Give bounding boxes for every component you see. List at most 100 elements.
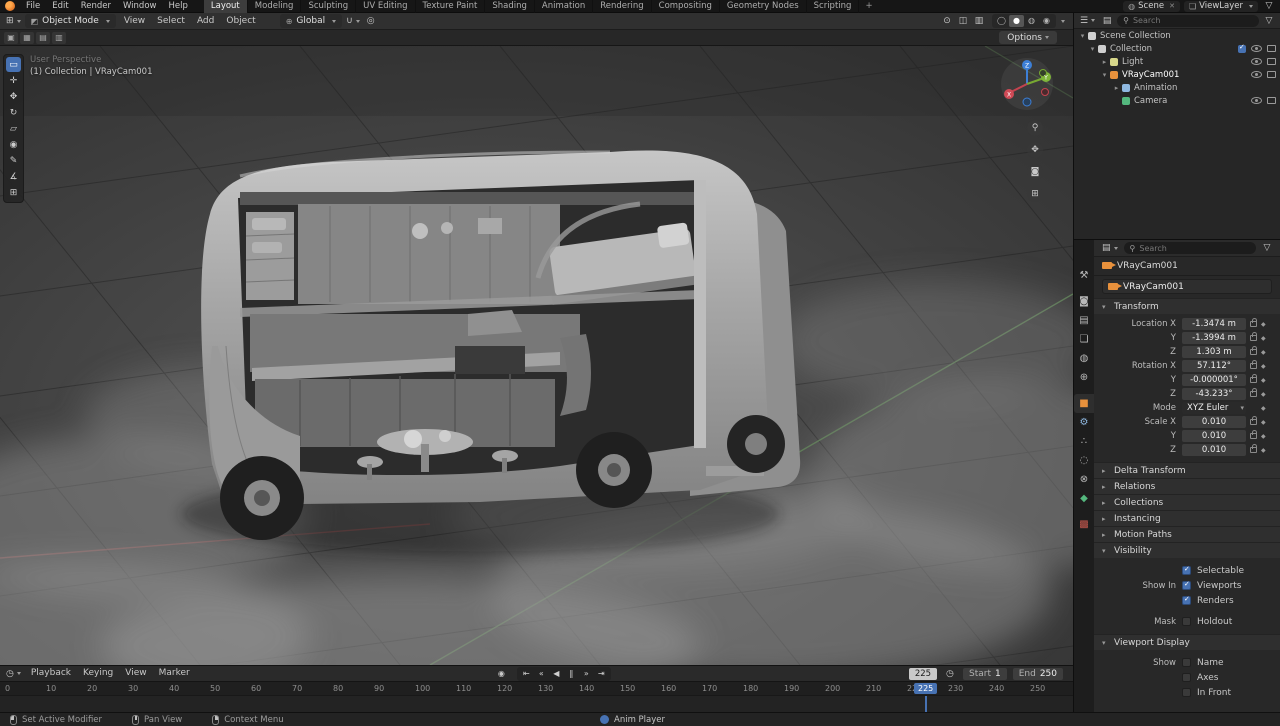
viewport-3d[interactable]: ▭✛✥↻▱◉✎∡⊞ User Perspective (1) Collectio… [0, 46, 1073, 665]
outliner-row[interactable]: ▾ Scene Collection [1074, 29, 1280, 42]
keyframe-decorator-icon[interactable]: ◆ [1261, 363, 1266, 370]
workspace-tab[interactable]: Shading [485, 0, 535, 13]
playback-button[interactable]: ◀ [549, 667, 564, 680]
preview-range-clock-icon[interactable]: ◷ [943, 667, 957, 680]
viewport-nav-button[interactable]: ◙ [1027, 164, 1043, 180]
keyframe-decorator-icon[interactable]: ◆ [1261, 349, 1266, 356]
disable-in-viewports-icon[interactable] [1267, 71, 1276, 78]
tool-button[interactable]: ✛ [6, 73, 21, 88]
timeline-menu-item[interactable]: Marker [153, 667, 196, 680]
keyframe-decorator-icon[interactable]: ◆ [1261, 433, 1266, 440]
workspace-tab[interactable]: Compositing [652, 0, 720, 13]
playback-button[interactable]: » [579, 667, 594, 680]
viewlayer-selector[interactable]: ❏ ViewLayer [1184, 1, 1258, 12]
viewport-toggle-icon[interactable]: ▥ [972, 15, 986, 28]
number-field[interactable]: -43.233° [1182, 388, 1246, 400]
playhead-line[interactable] [925, 696, 927, 713]
properties-tab[interactable]: ⚒ [1074, 266, 1094, 285]
outliner-row[interactable]: ▸ Light [1074, 55, 1280, 68]
panel-header[interactable]: ▸ Motion Paths [1094, 526, 1280, 542]
playback-button[interactable]: ⇥ [594, 667, 609, 680]
tool-settings-toggle[interactable]: ▦ [20, 32, 34, 44]
workspace-tab[interactable]: Texture Paint [416, 0, 486, 13]
tool-button[interactable]: ◉ [6, 137, 21, 152]
filter-icon[interactable]: ▽ [1262, 0, 1276, 13]
properties-search-input[interactable]: ⚲ Search [1124, 242, 1256, 254]
checkbox[interactable] [1182, 617, 1191, 626]
properties-tab[interactable]: ▩ [1074, 515, 1094, 534]
tool-button[interactable]: ▱ [6, 121, 21, 136]
scene-selector[interactable]: ◍ Scene ✕ [1123, 1, 1180, 12]
number-field[interactable]: -0.000001° [1182, 374, 1246, 386]
panel-header[interactable]: ▸ Relations [1094, 478, 1280, 494]
number-field[interactable]: 1.303 m [1182, 346, 1246, 358]
tool-button[interactable]: ✥ [6, 89, 21, 104]
number-field[interactable]: 0.010 [1182, 430, 1246, 442]
tool-button[interactable]: ↻ [6, 105, 21, 120]
outliner-row[interactable]: ▸ Animation [1074, 81, 1280, 94]
outliner-search-input[interactable]: ⚲ Search [1117, 15, 1259, 27]
keyframe-decorator-icon[interactable]: ◆ [1261, 405, 1266, 412]
proportional-editing-icon[interactable]: ◎ [364, 15, 378, 28]
properties-tab[interactable]: ◌ [1074, 451, 1094, 470]
checkbox[interactable] [1182, 596, 1191, 605]
outliner-row[interactable]: ▾ VRayCam001 [1074, 68, 1280, 81]
auto-keying-toggle[interactable]: ◉ [494, 667, 509, 680]
properties-tab[interactable]: ◙ [1074, 292, 1094, 311]
editor-type-viewport-icon[interactable]: ⊞ [4, 15, 23, 28]
timeline-menu-item[interactable]: Keying [77, 667, 119, 680]
viewport-display-panel-header[interactable]: ▾ Viewport Display [1094, 634, 1280, 650]
workspace-tab[interactable]: Scripting [807, 0, 860, 13]
playhead-frame-badge[interactable]: 225 [914, 683, 937, 694]
viewport-toggle-icon[interactable]: ◫ [956, 15, 970, 28]
tool-settings-toggle[interactable]: ▣ [4, 32, 18, 44]
viewport-menu-item[interactable]: Select [151, 15, 191, 28]
lock-icon[interactable] [1250, 363, 1257, 369]
topbar-menu-item[interactable]: File [20, 0, 46, 13]
expand-arrow-icon[interactable]: ▾ [1100, 71, 1109, 79]
workspace-tab[interactable]: Layout [204, 0, 248, 13]
properties-tab[interactable]: ⊗ [1074, 470, 1094, 489]
number-field[interactable]: -1.3994 m [1182, 332, 1246, 344]
expand-arrow-icon[interactable]: ▾ [1088, 45, 1097, 53]
hide-in-viewport-eye-icon[interactable] [1251, 45, 1262, 52]
checkbox[interactable] [1182, 658, 1191, 667]
tool-button[interactable]: ▭ [6, 57, 21, 72]
shading-mode-button[interactable]: ◉ [1039, 15, 1054, 27]
viewport-nav-button[interactable]: ⚲ [1027, 120, 1043, 136]
properties-tab[interactable]: ◍ [1074, 349, 1094, 368]
lock-icon[interactable] [1250, 321, 1257, 327]
topbar-menu-item[interactable]: Help [162, 0, 193, 13]
breadcrumb-object-name[interactable]: VRayCam001 [1117, 261, 1178, 271]
hide-in-viewport-eye-icon[interactable] [1251, 97, 1262, 104]
editor-type-properties-icon[interactable]: ▤ [1100, 242, 1120, 255]
topbar-menu-item[interactable]: Render [75, 0, 117, 13]
workspace-tab[interactable]: Rendering [593, 0, 651, 13]
shading-mode-button[interactable]: ◯ [994, 15, 1009, 27]
expand-arrow-icon[interactable]: ▾ [1078, 32, 1087, 40]
blender-logo-icon[interactable] [5, 1, 15, 11]
filter-icon[interactable]: ▽ [1260, 242, 1274, 255]
keyframe-decorator-icon[interactable]: ◆ [1261, 335, 1266, 342]
end-frame-field[interactable]: End 250 [1013, 668, 1063, 680]
number-field[interactable]: -1.3474 m [1182, 318, 1246, 330]
outliner-row[interactable]: Camera [1074, 94, 1280, 107]
checkbox[interactable] [1182, 566, 1191, 575]
object-name-field[interactable]: VRayCam001 [1102, 279, 1272, 294]
viewport-menu-item[interactable]: Add [191, 15, 220, 28]
hide-in-viewport-eye-icon[interactable] [1251, 58, 1262, 65]
disable-in-viewports-icon[interactable] [1267, 58, 1276, 65]
checkbox[interactable] [1182, 673, 1191, 682]
lock-icon[interactable] [1250, 447, 1257, 453]
timeline-ruler[interactable]: 0102030405060708090100110120130140150160… [0, 681, 1073, 695]
lock-icon[interactable] [1250, 335, 1257, 341]
number-field[interactable]: XYZ Euler [1182, 402, 1246, 414]
lock-icon[interactable] [1250, 433, 1257, 439]
checkbox[interactable] [1182, 688, 1191, 697]
playback-button[interactable]: « [534, 667, 549, 680]
mode-dropdown[interactable]: ◩ Object Mode [25, 14, 116, 28]
panel-header[interactable]: ▸ Collections [1094, 494, 1280, 510]
topbar-menu-item[interactable]: Edit [46, 0, 74, 13]
keyframe-decorator-icon[interactable]: ◆ [1261, 447, 1266, 454]
properties-tab[interactable]: ⚙ [1074, 413, 1094, 432]
